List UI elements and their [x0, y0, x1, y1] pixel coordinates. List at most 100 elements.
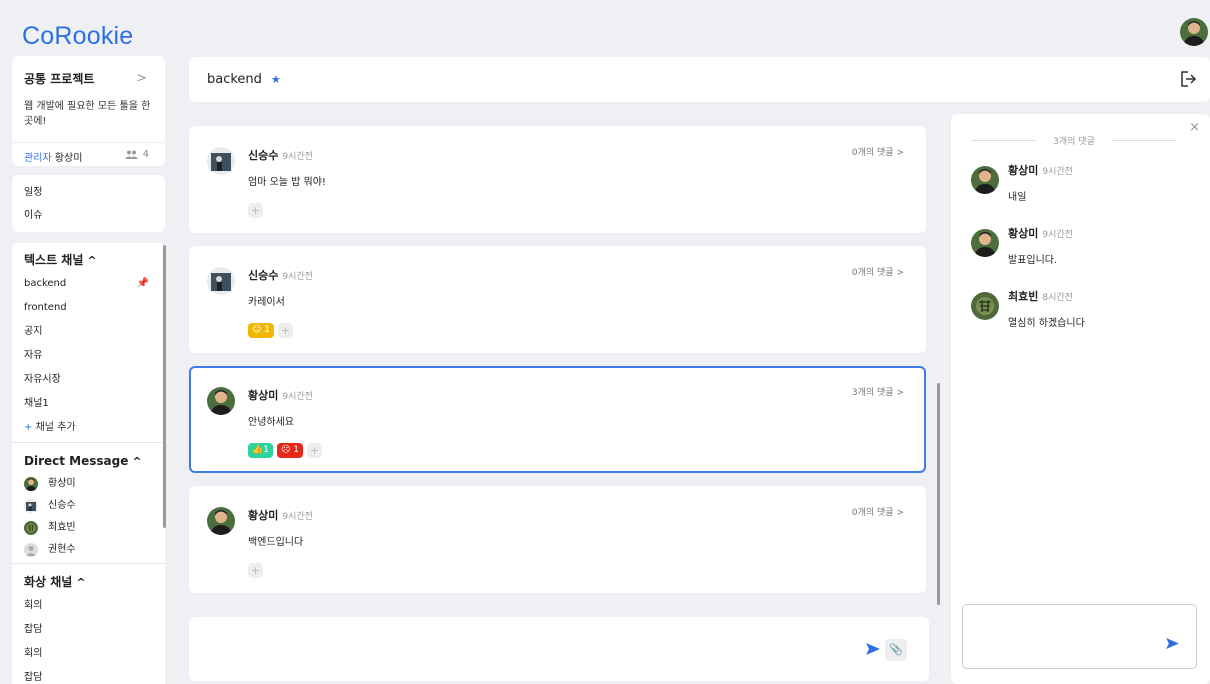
reaction-thumbsup[interactable]: 👍1: [248, 443, 273, 458]
send-icon[interactable]: [1166, 638, 1179, 649]
member-count[interactable]: 4: [125, 149, 149, 160]
avatar[interactable]: [971, 229, 999, 257]
comment-count-link[interactable]: 0개의 댓글 >: [852, 145, 904, 158]
pin-icon[interactable]: ★: [271, 73, 281, 86]
project-footer: 관리자 황상미 4: [12, 142, 165, 166]
message-text: 카레이서: [248, 297, 285, 308]
dm-user[interactable]: 최효빈: [24, 517, 153, 539]
reaction-smile[interactable]: ☺ 1: [248, 323, 274, 338]
member-count-value: 4: [142, 149, 149, 160]
avatar: [24, 543, 38, 557]
message-card-selected[interactable]: 황상미 9시간전 안녕하세요 3개의 댓글 > 👍1 ☹ 1 +: [189, 366, 926, 473]
comment-author: 황상미 9시간전: [1008, 227, 1073, 240]
paperclip-icon[interactable]: 📎: [885, 639, 907, 661]
comment-count-link[interactable]: 3개의 댓글 >: [852, 385, 904, 398]
avatar[interactable]: [207, 387, 235, 415]
message-time: 9시간전: [282, 392, 313, 402]
dm-user[interactable]: 권현수: [24, 539, 153, 561]
add-reaction-button[interactable]: +: [306, 443, 322, 458]
menu-issue[interactable]: 이슈: [24, 204, 153, 227]
message-text: 엄마 오늘 밥 뭐야!: [248, 177, 326, 188]
add-reaction-button[interactable]: +: [248, 203, 263, 218]
exit-icon[interactable]: [1179, 70, 1197, 88]
project-menu: 일정 이슈: [12, 175, 165, 232]
thread-panel: × 3개의 댓글 황상미 9시간전 내일 황상미 9시간전 발표입니다. 최효빈 8시…: [951, 114, 1210, 684]
message-text: 안녕하세요: [248, 417, 294, 428]
menu-schedule[interactable]: 일정: [24, 181, 153, 204]
avatar[interactable]: [971, 166, 999, 194]
add-channel-button[interactable]: + 채널 추가: [24, 416, 153, 440]
reactions: +: [248, 563, 263, 578]
dm-user[interactable]: 신승수: [24, 495, 153, 517]
message-text: 백엔드입니다: [248, 537, 304, 548]
channel-item-notice[interactable]: 공지: [24, 320, 153, 344]
reactions: ☺ 1 +: [248, 323, 293, 338]
video-channel-header[interactable]: 화상 채널 ^: [24, 570, 153, 594]
chevron-right-icon: >: [896, 268, 904, 278]
chevron-right-icon: >: [896, 388, 904, 398]
channel-item-free[interactable]: 자유: [24, 344, 153, 368]
message-card[interactable]: 신승수 9시간전 카레이서 0개의 댓글 > ☺ 1 +: [189, 246, 926, 353]
message-input[interactable]: [189, 617, 929, 681]
avatar: [24, 521, 38, 535]
text-channel-header[interactable]: 텍스트 채널 ^: [24, 248, 153, 272]
project-name: 공통 프로젝트: [24, 72, 95, 86]
message-card[interactable]: 황상미 9시간전 백엔드입니다 0개의 댓글 > +: [189, 486, 926, 593]
avatar[interactable]: [207, 267, 235, 295]
channel-header: backend ★: [189, 57, 1210, 102]
chevron-right-icon: >: [896, 508, 904, 518]
dm-header[interactable]: Direct Message ^: [24, 449, 153, 473]
channel-item-backend[interactable]: backend 📌: [24, 272, 153, 296]
message-card[interactable]: 신승수 9시간전 엄마 오늘 밥 뭐야! 0개의 댓글 > +: [189, 126, 926, 233]
video-channel-item[interactable]: 회의: [24, 642, 153, 666]
comment-time: 9시간전: [1042, 230, 1073, 240]
dm-user[interactable]: 황상미: [24, 473, 153, 495]
comment-count-link[interactable]: 0개의 댓글 >: [852, 505, 904, 518]
chevron-right-icon[interactable]: >: [136, 71, 147, 86]
message-time: 9시간전: [282, 152, 313, 162]
comment-time: 9시간전: [1042, 167, 1073, 177]
thread-reply-input[interactable]: [962, 604, 1197, 669]
comment-author: 황상미 9시간전: [1008, 164, 1073, 177]
user-avatar[interactable]: [1180, 18, 1208, 46]
channel-title: backend: [207, 72, 262, 87]
chevron-right-icon: >: [896, 148, 904, 158]
video-channel-item[interactable]: 회의: [24, 594, 153, 618]
message-author: 신승수 9시간전: [248, 269, 313, 282]
video-channel-item[interactable]: 잡담: [24, 618, 153, 642]
message-author: 황상미 9시간전: [248, 509, 313, 522]
add-reaction-button[interactable]: +: [248, 563, 263, 578]
comment-text: 내일: [1008, 192, 1027, 203]
caret-up-icon: ^: [132, 455, 142, 468]
avatar[interactable]: [971, 292, 999, 320]
avatar[interactable]: [207, 507, 235, 535]
send-icon[interactable]: [866, 643, 880, 655]
reactions: 👍1 ☹ 1 +: [248, 443, 322, 458]
video-channel-item[interactable]: 잡담: [24, 666, 153, 684]
caret-up-icon: ^: [76, 576, 86, 589]
app-logo[interactable]: CoRookie: [22, 22, 133, 51]
text-channel-section: 텍스트 채널 ^ backend 📌 frontend 공지 자유 자유시장 채널1…: [12, 243, 165, 440]
avatar[interactable]: [207, 147, 235, 175]
people-icon: [125, 150, 139, 159]
feed-scrollbar[interactable]: [937, 383, 940, 605]
comment-time: 8시간전: [1042, 293, 1073, 303]
plus-icon: +: [24, 422, 33, 433]
reaction-angry[interactable]: ☹ 1: [276, 443, 303, 458]
message-author: 황상미 9시간전: [248, 389, 313, 402]
add-reaction-button[interactable]: +: [277, 323, 293, 338]
message-time: 9시간전: [282, 272, 313, 282]
channel-sidebar: 텍스트 채널 ^ backend 📌 frontend 공지 자유 자유시장 채널1…: [12, 243, 165, 684]
project-card[interactable]: 공통 프로젝트 > 웹 개발에 필요한 모든 툴을 한 곳에! 관리자 황상미 …: [12, 56, 165, 166]
sidebar-scrollbar[interactable]: [163, 245, 166, 528]
channel-item-frontend[interactable]: frontend: [24, 296, 153, 320]
comment-count-link[interactable]: 0개의 댓글 >: [852, 265, 904, 278]
admin-name: 황상미: [54, 153, 83, 164]
close-icon[interactable]: ×: [1189, 120, 1200, 135]
avatar: [24, 477, 38, 491]
thread-header: 3개의 댓글: [971, 134, 1177, 147]
channel-item-channel1[interactable]: 채널1: [24, 392, 153, 416]
channel-item-market[interactable]: 자유시장: [24, 368, 153, 392]
pin-icon: 📌: [136, 278, 149, 289]
avatar: [24, 499, 38, 513]
